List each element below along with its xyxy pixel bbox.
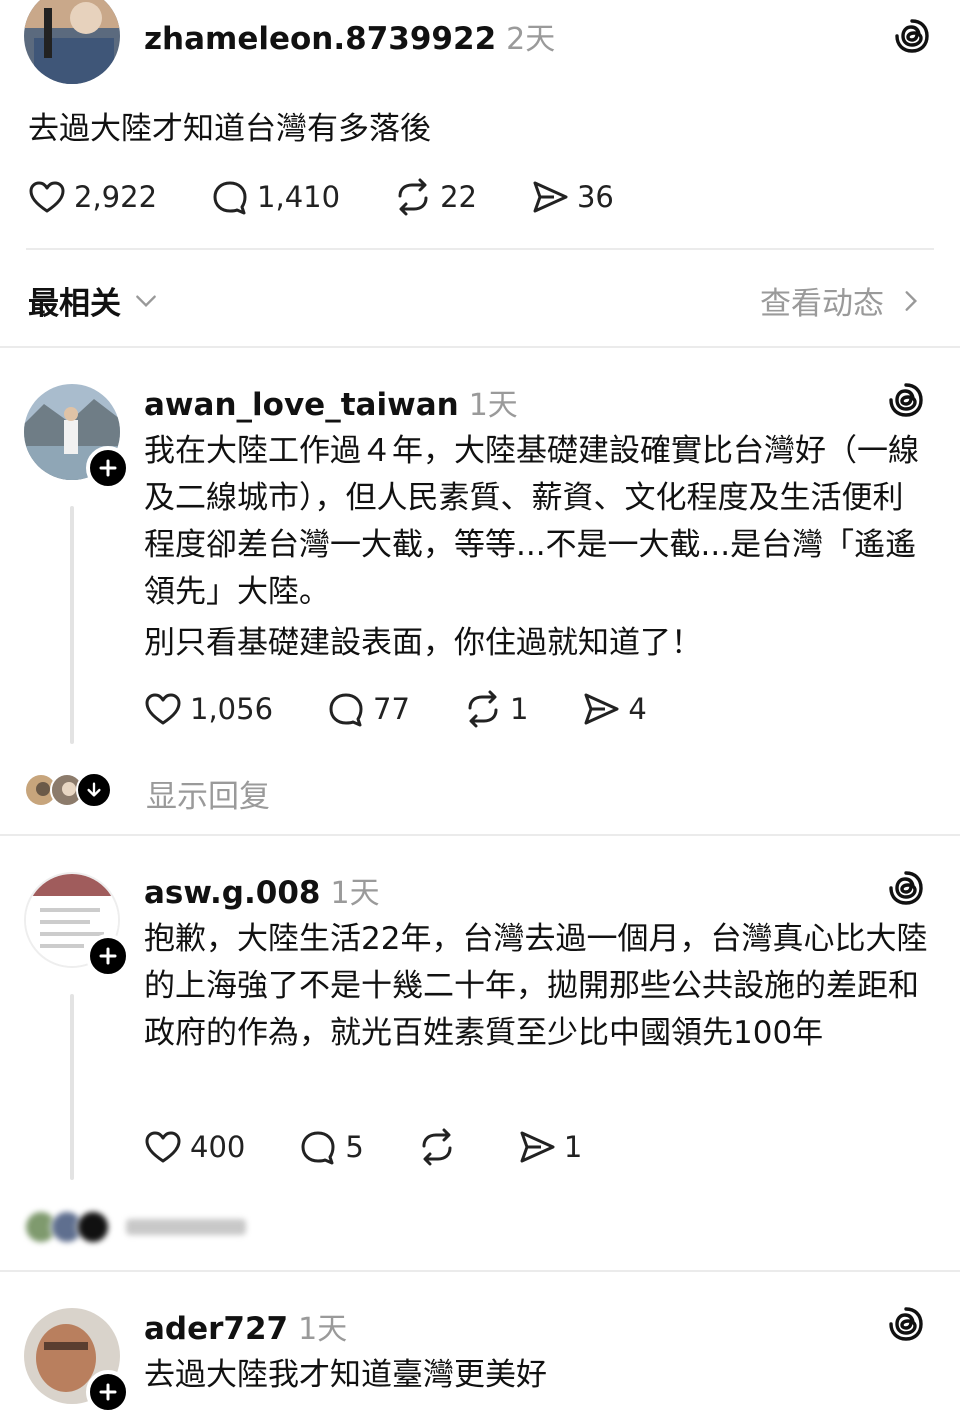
- repost-button[interactable]: 22: [392, 176, 477, 218]
- comment-username[interactable]: ader727: [144, 1311, 288, 1347]
- like-button[interactable]: 1,056: [142, 688, 273, 730]
- sort-dropdown[interactable]: 最相关: [28, 278, 159, 323]
- repost-count: 22: [440, 180, 477, 214]
- comment-divider: [0, 834, 960, 836]
- avatar: [76, 1210, 110, 1244]
- op-time: 2天: [506, 22, 556, 57]
- follow-plus-icon[interactable]: [86, 1370, 130, 1412]
- repost-icon: [468, 690, 498, 728]
- like-count: 2,922: [74, 180, 158, 214]
- like-button[interactable]: 400: [142, 1126, 245, 1168]
- view-activity-label: 查看动态: [760, 286, 884, 322]
- threads-logo-icon[interactable]: [886, 1304, 926, 1344]
- comment-paragraph: 我在大陸工作過４年，大陸基礎建設確實比台灣好（一線及二線城市），但人民素質、薪資…: [144, 433, 919, 610]
- repost-icon: [398, 178, 428, 216]
- comment-icon: [213, 181, 247, 215]
- like-count: 1,056: [190, 692, 274, 726]
- like-count: 400: [190, 1130, 246, 1164]
- blurred-reply-label: [126, 1219, 246, 1235]
- comment-text: 去過大陸我才知道臺灣更美好: [144, 1352, 934, 1403]
- comment-text: 我在大陸工作過４年，大陸基礎建設確實比台灣好（一線及二線城市），但人民素質、薪資…: [144, 428, 934, 671]
- share-count: 36: [576, 180, 614, 214]
- share-button[interactable]: 1: [516, 1126, 582, 1168]
- sort-label: 最相关: [28, 286, 121, 322]
- comment-time: 1天: [330, 876, 380, 911]
- thread-line: [70, 994, 74, 1180]
- reply-count: 77: [373, 692, 410, 726]
- reply-count: 1,410: [257, 180, 341, 214]
- threads-logo-icon[interactable]: [886, 380, 926, 420]
- threads-logo-icon[interactable]: [886, 868, 926, 908]
- follow-plus-icon[interactable]: [86, 934, 130, 978]
- comment-time: 1天: [298, 1312, 348, 1347]
- view-activity-link[interactable]: 查看动态: [760, 278, 924, 323]
- share-button[interactable]: 4: [580, 688, 647, 730]
- send-icon: [533, 181, 568, 213]
- like-button[interactable]: 2,922: [26, 176, 157, 218]
- thread-line: [70, 506, 74, 744]
- threads-logo-icon[interactable]: [892, 16, 932, 56]
- reply-button[interactable]: 5: [297, 1126, 364, 1168]
- op-text: 去過大陸才知道台灣有多落後: [28, 111, 431, 147]
- op-avatar[interactable]: [24, 0, 120, 84]
- repost-button[interactable]: 1: [462, 688, 528, 730]
- follow-plus-icon[interactable]: [86, 446, 130, 490]
- op-username[interactable]: zhameleon.8739922: [144, 21, 496, 57]
- share-count: 4: [628, 692, 647, 726]
- reply-button[interactable]: 77: [325, 688, 410, 730]
- op-actions: 2,922 1,410 22 36: [26, 176, 614, 218]
- show-replies-link[interactable]: 显示回复: [146, 771, 270, 816]
- comment-actions: 1,056 77 1 4: [142, 688, 647, 730]
- comment-user-row: ader727 1天: [144, 1304, 347, 1348]
- heart-icon: [145, 1131, 181, 1163]
- comment-actions: 400 5 1: [142, 1126, 582, 1168]
- comment-icon: [301, 1131, 335, 1165]
- comment-divider: [0, 1270, 960, 1272]
- share-button[interactable]: 36: [529, 176, 614, 218]
- heart-icon: [145, 693, 181, 725]
- reply-button[interactable]: 1,410: [209, 176, 340, 218]
- reply-facepile[interactable]: [24, 1210, 246, 1244]
- comment-user-row: asw.g.008 1天: [144, 868, 380, 912]
- chevron-right-icon: [905, 290, 918, 311]
- repost-icon: [422, 1128, 452, 1166]
- heart-icon: [29, 181, 65, 213]
- comment-username[interactable]: asw.g.008: [144, 875, 320, 911]
- comment-icon: [329, 693, 363, 727]
- send-icon: [584, 693, 619, 725]
- comment-paragraph: 抱歉，大陸生活22年，台灣去過一個月，台灣真心比大陸的上海強了不是十幾二十年，拋…: [144, 921, 928, 1051]
- arrow-down-icon: [76, 772, 112, 808]
- comment-username[interactable]: awan_love_taiwan: [144, 387, 459, 423]
- share-count: 1: [563, 1130, 583, 1164]
- reply-count: 5: [345, 1130, 364, 1164]
- comment-paragraph: 去過大陸我才知道臺灣更美好: [144, 1357, 547, 1393]
- send-icon: [520, 1131, 555, 1163]
- comment-paragraph: 別只看基礎建設表面，你住過就知道了！: [144, 625, 702, 661]
- chevron-down-icon: [136, 294, 156, 307]
- comment-user-row: awan_love_taiwan 1天: [144, 380, 518, 424]
- op-divider: [26, 248, 934, 250]
- repost-button[interactable]: [416, 1126, 464, 1168]
- comment-text: 抱歉，大陸生活22年，台灣去過一個月，台灣真心比大陸的上海強了不是十幾二十年，拋…: [144, 916, 934, 1061]
- repost-count: 1: [509, 692, 529, 726]
- op-user-row: zhameleon.8739922 2天: [144, 14, 555, 58]
- sort-divider: [0, 346, 960, 348]
- comment-time: 1天: [468, 388, 518, 423]
- reply-facepile[interactable]: [24, 772, 112, 808]
